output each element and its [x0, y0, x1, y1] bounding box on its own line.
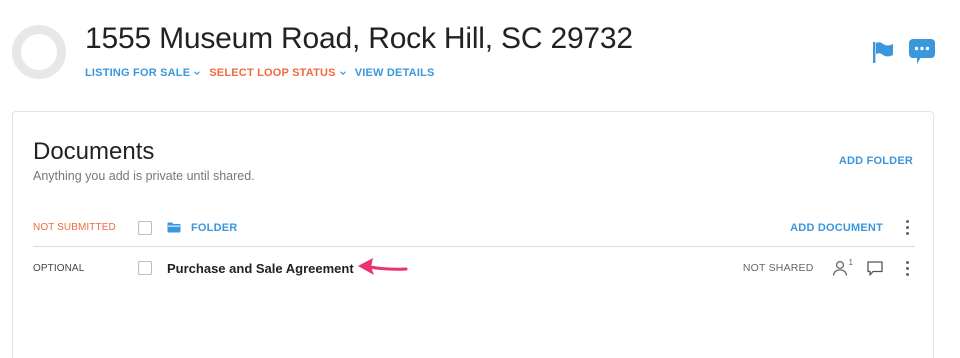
- listing-type-label: LISTING FOR SALE: [85, 67, 191, 79]
- view-details-link[interactable]: VIEW DETAILS: [355, 67, 435, 79]
- sub-navigation: LISTING FOR SALE SELECT LOOP STATUS VIEW…: [85, 67, 435, 79]
- share-status: NOT SHARED: [742, 262, 814, 274]
- listing-type-dropdown[interactable]: LISTING FOR SALE: [85, 67, 201, 79]
- document-name[interactable]: Purchase and Sale Agreement: [167, 261, 354, 276]
- flag-icon[interactable]: [872, 40, 894, 64]
- people-count: 1: [848, 258, 853, 267]
- folder-name[interactable]: FOLDER: [191, 222, 237, 234]
- comment-icon[interactable]: [867, 260, 883, 276]
- loop-status-dropdown[interactable]: SELECT LOOP STATUS: [209, 67, 346, 79]
- people-button[interactable]: 1: [832, 258, 853, 276]
- more-options-icon[interactable]: [901, 220, 913, 235]
- add-folder-button[interactable]: ADD FOLDER: [839, 155, 913, 167]
- document-row: OPTIONAL Purchase and Sale Agreement NOT…: [33, 249, 915, 287]
- loop-status-label: SELECT LOOP STATUS: [209, 67, 336, 79]
- page-title: 1555 Museum Road, Rock Hill, SC 29732: [85, 22, 633, 55]
- documents-card: Documents Anything you add is private un…: [12, 111, 934, 358]
- chat-icon[interactable]: [908, 38, 936, 66]
- folder-status: NOT SUBMITTED: [33, 222, 116, 233]
- folder-checkbox[interactable]: [138, 220, 152, 235]
- folder-icon: [167, 222, 181, 233]
- document-status: OPTIONAL: [33, 262, 85, 274]
- folder-row: NOT SUBMITTED FOLDER ADD DOCUMENT: [33, 209, 915, 247]
- view-details-label: VIEW DETAILS: [354, 67, 435, 79]
- documents-subtitle: Anything you add is private until shared…: [33, 169, 255, 183]
- header-actions: [872, 38, 936, 66]
- document-checkbox[interactable]: [138, 261, 152, 275]
- chevron-down-icon: [194, 71, 201, 75]
- chevron-down-icon: [339, 71, 346, 75]
- add-document-button[interactable]: ADD DOCUMENT: [790, 222, 883, 234]
- person-icon: [832, 260, 847, 276]
- more-options-icon[interactable]: [901, 260, 913, 276]
- documents-title: Documents: [33, 138, 155, 165]
- pointer-arrow-icon: [358, 258, 408, 275]
- avatar: [12, 25, 66, 79]
